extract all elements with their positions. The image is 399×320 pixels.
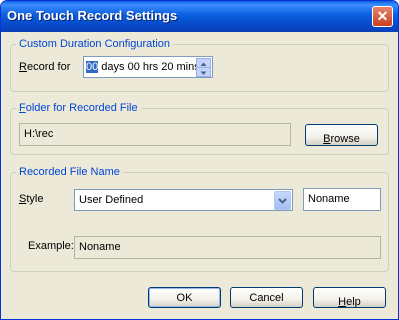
browse-button[interactable]: Browse xyxy=(305,124,378,146)
style-label: Style xyxy=(19,193,43,205)
spin-down-icon xyxy=(200,71,207,75)
folder-group-legend: Folder for Recorded File xyxy=(16,102,141,114)
browse-text: rowse xyxy=(330,133,360,145)
ok-button-label: OK xyxy=(176,292,193,304)
style-select-value: User Defined xyxy=(79,194,144,206)
duration-group-legend: Custom Duration Configuration xyxy=(16,38,174,50)
duration-value[interactable]: 00 days 00 hrs 20 mins xyxy=(86,61,200,73)
filename-group-legend: Recorded File Name xyxy=(16,166,123,178)
duration-rest-text: days 00 hrs 20 mins xyxy=(98,61,200,73)
dialog-window: One Touch Record Settings ✕ Custom Durat… xyxy=(0,0,399,320)
duration-spinner[interactable]: 00 days 00 hrs 20 mins xyxy=(83,56,213,78)
spin-down-button[interactable] xyxy=(196,67,211,77)
style-dropdown-button[interactable] xyxy=(274,191,291,210)
example-value: Noname xyxy=(79,241,121,253)
cancel-button[interactable]: Cancel xyxy=(230,287,303,308)
browse-button-label: Browse xyxy=(323,129,360,145)
close-icon: ✕ xyxy=(376,8,389,24)
example-field: Noname xyxy=(74,236,381,259)
folder-legend-mnemonic: F xyxy=(19,102,26,114)
style-label-text: tyle xyxy=(26,193,44,205)
close-button[interactable]: ✕ xyxy=(372,6,393,27)
folder-path-value: H:\rec xyxy=(24,128,54,140)
dropdown-arrow-icon xyxy=(278,198,287,204)
folder-group: Folder for Recorded File H:\rec Browse xyxy=(10,102,389,155)
browse-mnemonic: B xyxy=(323,133,331,145)
duration-days-field[interactable]: 00 xyxy=(86,61,99,73)
ok-button[interactable]: OK xyxy=(148,287,221,308)
record-for-label-mnemonic: R xyxy=(19,61,27,73)
style-select[interactable]: User Defined xyxy=(74,189,293,211)
help-text: elp xyxy=(346,296,361,308)
help-button-label: Help xyxy=(338,292,361,308)
example-label: Example: xyxy=(28,240,74,252)
duration-group: Custom Duration Configuration Record for… xyxy=(10,38,389,92)
cancel-button-label: Cancel xyxy=(249,292,284,304)
title-bar[interactable]: One Touch Record Settings ✕ xyxy=(1,1,398,32)
record-for-label-text: ecord for xyxy=(26,61,71,73)
folder-path-field[interactable]: H:\rec xyxy=(19,123,291,146)
record-for-label: Record for xyxy=(19,61,70,73)
help-button[interactable]: Help xyxy=(313,287,386,308)
name-input-value: Noname xyxy=(308,193,350,205)
folder-legend-text: older for Recorded File xyxy=(25,102,138,114)
help-mnemonic: H xyxy=(338,296,347,308)
filename-group: Recorded File Name Style User Defined No… xyxy=(10,166,389,272)
window-title: One Touch Record Settings xyxy=(7,8,178,23)
name-input[interactable]: Noname xyxy=(303,188,381,211)
